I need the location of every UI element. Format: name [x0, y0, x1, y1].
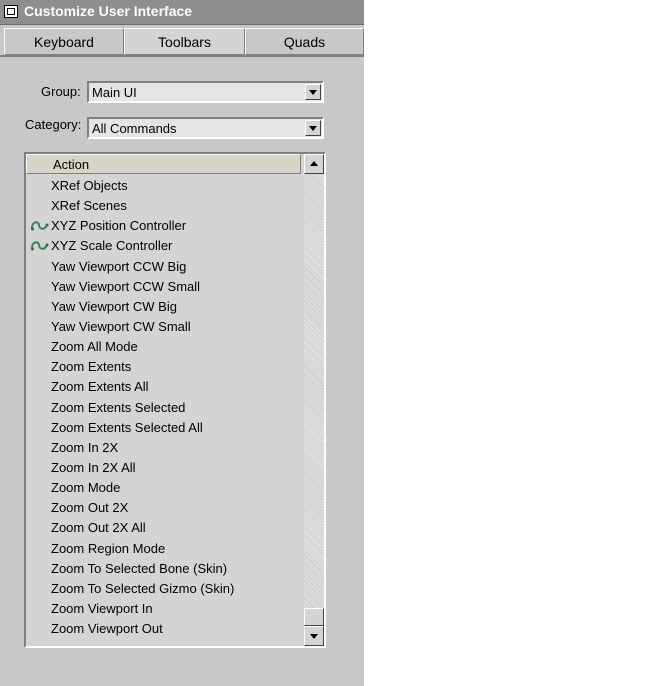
list-item-label: Zoom Viewport In	[51, 600, 153, 616]
tab-toolbars[interactable]: Toolbars	[124, 28, 245, 55]
list-item-label: Zoom In 2X	[51, 439, 119, 455]
list-item[interactable]: Yaw Viewport CW Small	[26, 317, 301, 337]
list-item-label: Zoom Extents All	[51, 379, 149, 395]
list-item[interactable]: Zoom Out 2X All	[26, 518, 301, 538]
scroll-thumb[interactable]	[304, 608, 324, 626]
list-item[interactable]: Zoom Viewport In	[26, 599, 301, 619]
list-item[interactable]: Zoom Extents	[26, 357, 301, 377]
category-label: Category:	[25, 117, 82, 132]
tab-keyboard[interactable]: Keyboard	[4, 28, 124, 55]
list-item-label: Zoom Out 2X	[51, 500, 129, 516]
list-item[interactable]: Zoom Viewport Out	[26, 619, 301, 639]
chevron-down-icon[interactable]	[305, 120, 321, 136]
category-value: All Commands	[92, 121, 177, 136]
controller-curve-icon	[31, 221, 49, 231]
list-item-label: Zoom Extents Selected All	[51, 419, 203, 435]
category-select[interactable]: All Commands	[87, 117, 324, 139]
tab-divider	[0, 55, 364, 57]
list-item[interactable]: Zoom To Selected Gizmo (Skin)	[26, 579, 301, 599]
scroll-down-icon[interactable]	[304, 626, 324, 646]
list-item-label: Zoom Out 2X All	[51, 520, 146, 536]
list-item-label: Zoom All Mode	[51, 339, 138, 355]
list-item[interactable]: Zoom In 2X All	[26, 458, 301, 478]
list-item-label: Yaw Viewport CW Big	[51, 298, 177, 314]
list-item[interactable]: Zoom Extents Selected	[26, 398, 301, 418]
group-select[interactable]: Main UI	[87, 81, 324, 103]
list-item-label: Zoom Mode	[51, 480, 121, 496]
list-item-label: XYZ Scale Controller	[51, 238, 173, 254]
list-item-label: XRef Scenes	[51, 198, 127, 214]
group-label: Group:	[41, 84, 81, 99]
action-rows: XRef Objects XRef Scenes XYZ Position Cont…	[26, 176, 301, 639]
list-item-label: Zoom To Selected Bone (Skin)	[51, 560, 228, 576]
list-item[interactable]: Zoom All Mode	[26, 337, 301, 357]
list-item-label: Yaw Viewport CW Small	[51, 318, 191, 334]
list-item[interactable]: Zoom Out 2X	[26, 498, 301, 518]
list-item[interactable]: Yaw Viewport CCW Small	[26, 277, 301, 297]
action-header-label: Action	[53, 157, 90, 172]
list-item[interactable]: Zoom Extents Selected All	[26, 418, 301, 438]
list-item-label: Zoom Region Mode	[51, 540, 166, 556]
scroll-up-icon[interactable]	[304, 154, 324, 174]
title-bar[interactable]: Customize User Interface	[0, 0, 364, 25]
tab-strip: Keyboard Toolbars Quads	[4, 28, 364, 55]
list-item[interactable]: Zoom In 2X	[26, 438, 301, 458]
list-item-label: Yaw Viewport CCW Small	[51, 278, 201, 294]
list-item[interactable]: Zoom Extents All	[26, 377, 301, 397]
list-item[interactable]: Zoom Mode	[26, 478, 301, 498]
action-column-header[interactable]: Action	[26, 154, 301, 174]
chevron-down-icon[interactable]	[305, 84, 321, 100]
list-item-label: XRef Objects	[51, 178, 128, 193]
controller-curve-icon	[31, 241, 49, 251]
list-item[interactable]: XYZ Position Controller	[26, 216, 301, 236]
window-title: Customize User Interface	[24, 3, 193, 19]
list-item[interactable]: XYZ Scale Controller	[26, 236, 301, 256]
list-item[interactable]: XRef Scenes	[26, 196, 301, 216]
group-value: Main UI	[92, 85, 137, 100]
vertical-scrollbar[interactable]	[304, 154, 324, 646]
list-item-label: Zoom Extents	[51, 359, 132, 375]
tab-quads[interactable]: Quads	[245, 28, 364, 55]
list-item-label: Zoom Viewport Out	[51, 621, 163, 637]
list-item[interactable]: Zoom To Selected Bone (Skin)	[26, 559, 301, 579]
app-logo-icon	[4, 5, 18, 18]
list-item-label: Zoom Extents Selected	[51, 399, 186, 415]
list-item[interactable]: Zoom Region Mode	[26, 539, 301, 559]
list-item[interactable]: XRef Objects	[26, 176, 301, 196]
list-item-label: Yaw Viewport CCW Big	[51, 258, 187, 274]
list-item[interactable]: Yaw Viewport CW Big	[26, 297, 301, 317]
list-item-label: Zoom To Selected Gizmo (Skin)	[51, 580, 235, 596]
list-item-label: XYZ Position Controller	[51, 218, 187, 234]
list-item-label: Zoom In 2X All	[51, 459, 136, 475]
customize-ui-panel: Customize User Interface Keyboard Toolba…	[0, 0, 364, 686]
list-item[interactable]: Yaw Viewport CCW Big	[26, 257, 301, 277]
action-list[interactable]: Action XRef Objects XRef Scenes XYZ Positi…	[24, 152, 326, 648]
